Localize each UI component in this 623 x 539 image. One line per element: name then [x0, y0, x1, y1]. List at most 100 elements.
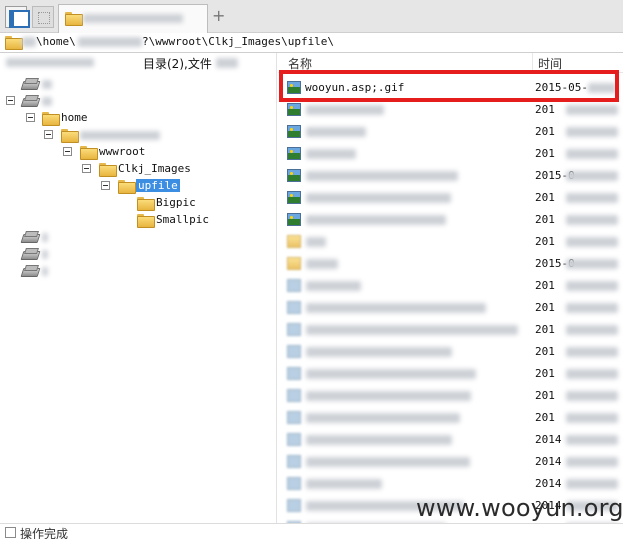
tree-item-upfile[interactable]: upfile — [0, 178, 270, 194]
tree-item-home[interactable]: home — [0, 110, 270, 126]
path-redacted-site — [78, 37, 142, 47]
file-row[interactable]: 201 — [278, 297, 623, 319]
tree-stats-redacted — [216, 58, 238, 68]
file-time: 201 — [535, 125, 555, 138]
file-row[interactable]: 2015-0 — [278, 253, 623, 275]
tree-item-label: home — [61, 111, 88, 124]
tree-item-smallpic[interactable]: Smallpic — [0, 212, 270, 228]
file-name-redacted — [306, 457, 470, 467]
file-time: 201 — [535, 323, 555, 336]
file-row[interactable]: 201 — [278, 143, 623, 165]
tab-title-redacted — [83, 14, 183, 23]
file-time: 201 — [535, 235, 555, 248]
folder-icon — [99, 163, 117, 177]
file-name-redacted — [306, 193, 451, 203]
time-redacted — [566, 347, 618, 357]
tree-item-wwwroot[interactable]: wwwroot — [0, 144, 270, 160]
file-row[interactable]: 201 — [278, 231, 623, 253]
file-row[interactable]: 2014 — [278, 451, 623, 473]
collapse-toggle-icon[interactable] — [6, 96, 15, 105]
tree-drive[interactable] — [0, 229, 270, 245]
tree-item-clkj-images[interactable]: Clkj_Images — [0, 161, 270, 177]
time-redacted — [566, 413, 618, 423]
file-row[interactable]: 201 — [278, 121, 623, 143]
tree-drive[interactable] — [0, 93, 270, 109]
highlight-annotation-box — [279, 70, 619, 102]
tree-stats: 目录(2),文件 — [143, 57, 212, 71]
collapse-toggle-icon[interactable] — [82, 164, 91, 173]
file-name-redacted — [306, 325, 518, 335]
drive-icon — [22, 248, 38, 259]
path-segment-tail: ?\wwwroot\Clkj_Images\upfile\ — [142, 35, 335, 48]
file-name-redacted — [306, 127, 366, 137]
collapse-toggle-icon[interactable] — [63, 147, 72, 156]
file-time: 201 — [535, 345, 555, 358]
collapse-toggle-icon[interactable] — [26, 113, 35, 122]
collapse-toggle-icon[interactable] — [101, 181, 110, 190]
tree-item-bigpic[interactable]: Bigpic — [0, 195, 270, 211]
file-name-redacted — [306, 281, 361, 291]
file-row[interactable]: 201 — [278, 407, 623, 429]
add-tab-button[interactable]: + — [212, 7, 225, 25]
file-time: 201 — [535, 103, 555, 116]
image-file-icon — [287, 103, 301, 116]
tree-drive[interactable] — [0, 246, 270, 262]
file-icon — [287, 411, 301, 424]
file-row[interactable]: 201 — [278, 385, 623, 407]
file-icon — [287, 499, 301, 512]
tree-header: 目录(2),文件 — [0, 53, 277, 73]
file-icon — [287, 455, 301, 468]
status-text: 操作完成 — [20, 527, 69, 539]
file-row[interactable]: 201 — [278, 319, 623, 341]
file-icon — [287, 345, 301, 358]
file-time: 201 — [535, 279, 555, 292]
file-row[interactable]: 2015-0 — [278, 165, 623, 187]
time-redacted — [566, 303, 618, 313]
file-name-redacted — [306, 435, 452, 445]
file-row[interactable]: 201 — [278, 275, 623, 297]
new-window-button[interactable] — [32, 6, 54, 28]
image-file-icon — [287, 191, 301, 204]
file-icon — [287, 389, 301, 402]
tree-item-label-selected: upfile — [136, 179, 180, 192]
site-label-redacted — [80, 131, 160, 140]
file-time: 2014 — [535, 433, 562, 446]
file-row[interactable]: 2014 — [278, 473, 623, 495]
path-bar[interactable]: \home\ ?\wwwroot\Clkj_Images\upfile\ — [0, 33, 623, 53]
file-row[interactable]: 201 — [278, 99, 623, 121]
file-time: 2014 — [535, 455, 562, 468]
file-icon — [287, 367, 301, 380]
folder-icon — [80, 146, 98, 160]
tree-item-site[interactable] — [0, 127, 270, 143]
status-checkbox[interactable] — [5, 527, 16, 538]
file-name-redacted — [306, 413, 460, 423]
file-name-redacted — [306, 303, 486, 313]
file-name-redacted — [306, 369, 476, 379]
tree-drive[interactable] — [0, 76, 270, 92]
file-name-redacted — [306, 215, 446, 225]
file-row[interactable]: 201 — [278, 341, 623, 363]
tree-item-label: Smallpic — [156, 213, 209, 226]
file-time: 201 — [535, 191, 555, 204]
file-row[interactable]: 201 — [278, 363, 623, 385]
time-redacted — [566, 325, 618, 335]
folder-icon — [137, 214, 155, 228]
time-redacted — [566, 369, 618, 379]
folder-icon — [61, 129, 79, 143]
file-row[interactable]: 2014 — [278, 429, 623, 451]
file-row[interactable]: 201 — [278, 209, 623, 231]
drive-icon — [22, 265, 38, 276]
file-time: 201 — [535, 213, 555, 226]
drive-icon — [22, 95, 38, 106]
tree-drive[interactable] — [0, 263, 270, 279]
directory-tree-pane: 目录(2),文件 home wwwroot Clkj_Images upfile… — [0, 53, 277, 523]
folder-icon — [42, 112, 60, 126]
file-name-redacted — [306, 149, 356, 159]
image-file-icon — [287, 147, 301, 160]
drive-label-redacted — [42, 267, 48, 276]
file-row[interactable]: 201 — [278, 187, 623, 209]
panel-toggle-button[interactable] — [5, 6, 30, 28]
drive-icon — [22, 231, 38, 242]
collapse-toggle-icon[interactable] — [44, 130, 53, 139]
tab-active[interactable] — [58, 4, 208, 33]
